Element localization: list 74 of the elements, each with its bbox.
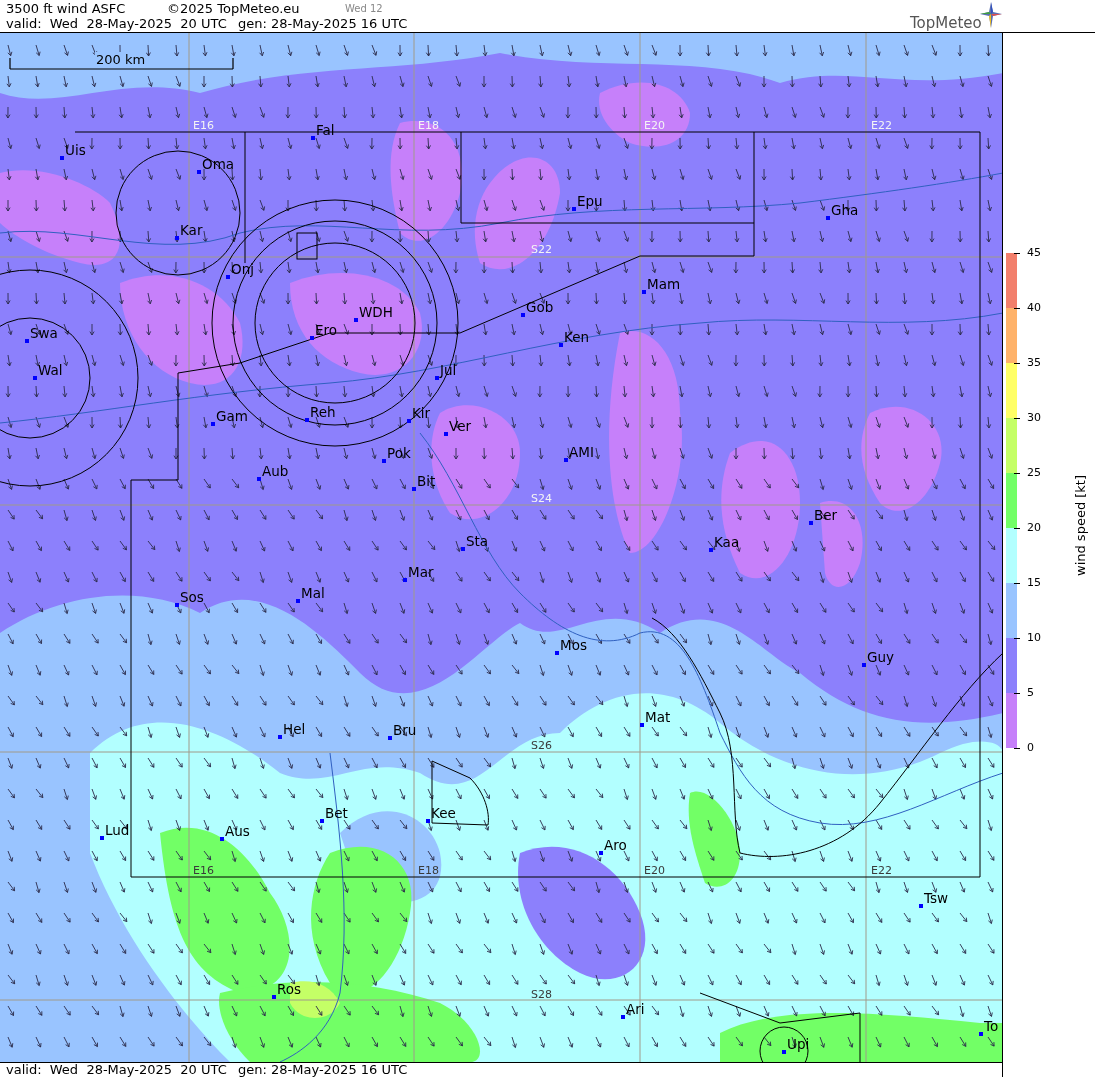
compass-star-icon: [980, 2, 1002, 28]
logo-text: TopMeteo: [910, 14, 982, 32]
place-label: Epu: [577, 193, 603, 209]
grid-label: S24: [531, 492, 552, 505]
place-label: Ber: [814, 507, 838, 523]
place-label: AMI: [569, 444, 594, 460]
copyright-text: ©2025 TopMeteo.eu: [167, 1, 300, 17]
grid-label: E20: [644, 864, 665, 877]
generated-time: gen: 28-May-2025 16 UTC: [238, 16, 408, 32]
legend-tick-label: 25: [1027, 465, 1041, 481]
grid-label: E20: [644, 119, 665, 132]
legend-tick-label: 30: [1027, 410, 1041, 426]
place-label: To: [984, 1018, 999, 1034]
place-label: Uis: [65, 142, 86, 158]
grid-label: S26: [531, 739, 552, 752]
place-label: Mos: [560, 637, 587, 653]
place-label: Kaa: [714, 534, 740, 550]
legend-tick-label: 45: [1027, 245, 1041, 261]
place-label: Aub: [262, 463, 289, 479]
place-label: Lud: [105, 822, 130, 838]
place-label: Gam: [216, 408, 248, 424]
place-label: Ero: [315, 322, 338, 338]
legend-tick-label: 35: [1027, 355, 1041, 371]
place-label: Sta: [466, 533, 489, 549]
legend-tick-label: 5: [1027, 685, 1034, 701]
scale-label: 200 km: [95, 52, 147, 67]
place-label: Onj: [231, 261, 254, 277]
place-label: Jul: [440, 362, 457, 378]
place-label: Mar: [408, 564, 434, 580]
place-label: Fal: [316, 122, 335, 138]
grid-label: E18: [418, 119, 439, 132]
place-label: Hel: [283, 721, 306, 737]
place-label: Reh: [310, 404, 336, 420]
map-title: 3500 ft wind ASFC: [6, 1, 126, 17]
run-label: Wed 12: [345, 3, 383, 15]
place-label: Guy: [867, 649, 894, 665]
place-label: Gob: [526, 299, 554, 315]
place-label: Sos: [180, 589, 204, 605]
place-label: Aus: [225, 823, 250, 839]
place-label: Aro: [604, 837, 627, 853]
place-label: Wal: [38, 362, 63, 378]
place-label: Mal: [301, 585, 325, 601]
legend-tick-label: 0: [1027, 740, 1034, 756]
grid-label: S22: [531, 243, 552, 256]
grid-label: E16: [193, 864, 214, 877]
place-label: Bet: [325, 805, 348, 821]
grid-label: S28: [531, 988, 552, 1001]
grid-label: E22: [871, 119, 892, 132]
place-label: Ros: [277, 981, 302, 997]
legend-tick-label: 10: [1027, 630, 1041, 646]
place-label: WDH: [359, 304, 393, 320]
place-label: Ken: [564, 329, 590, 345]
grid-label: E18: [418, 864, 439, 877]
place-label: Mam: [647, 276, 681, 292]
place-label: Bru: [393, 722, 417, 738]
legend-tick-label: 20: [1027, 520, 1041, 536]
place-label: Ver: [449, 418, 472, 434]
place-label: Swa: [30, 325, 58, 341]
place-label: Kee: [431, 805, 456, 821]
place-label: Bit: [417, 473, 436, 489]
legend-tick-label: 15: [1027, 575, 1041, 591]
place-label: Ari: [626, 1001, 645, 1017]
generated-time: gen: 28-May-2025 16 UTC: [238, 1063, 408, 1077]
place-label: Gha: [831, 202, 859, 218]
legend-tick-label: 40: [1027, 300, 1041, 316]
legend-title: wind speed [kt]: [1073, 476, 1089, 576]
place-label: Pok: [387, 445, 411, 461]
grid-label: E16: [193, 119, 214, 132]
valid-time: valid: Wed 28-May-2025 20 UTC: [6, 16, 227, 32]
valid-time: valid: Wed 28-May-2025 20 UTC: [6, 1063, 227, 1077]
place-label: Kar: [180, 222, 203, 238]
grid-label: E22: [871, 864, 892, 877]
place-label: Mat: [645, 709, 671, 725]
place-label: Tsw: [924, 890, 949, 906]
